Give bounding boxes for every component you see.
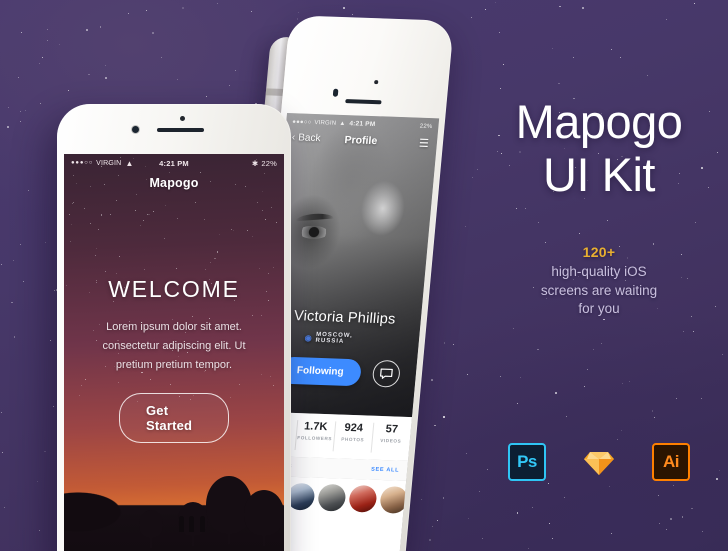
sketch-icon[interactable] — [580, 443, 618, 481]
poster-stage: ●●●○○ VIRGIN ▲ 4:21 PM 22% ‹ Back Profil… — [0, 0, 728, 551]
photoshop-icon[interactable]: Ps — [508, 443, 546, 481]
stat-value: 1.7K — [303, 420, 328, 434]
clock-label: 4:21 PM — [349, 120, 376, 129]
proximity-sensor-icon — [374, 80, 379, 85]
avatar[interactable] — [348, 484, 378, 513]
stat-item[interactable]: 57 VIDEOS — [370, 416, 412, 461]
get-started-button[interactable]: Get Started — [119, 393, 229, 443]
stat-label: PHOTOS — [341, 436, 365, 443]
phone1-top-bezel — [57, 104, 291, 154]
bluetooth-icon: ✱ — [251, 158, 259, 168]
stat-label: FOLLOWERS — [297, 435, 333, 442]
stat-value: 924 — [344, 421, 364, 435]
profile-location-label: MOSCOW, RUSSIA — [315, 331, 354, 345]
page-title-line2: UI Kit — [543, 148, 655, 201]
chat-bubble-icon — [379, 368, 393, 379]
welcome-body-line: Lorem ipsum dolor sit amet. — [106, 321, 242, 333]
person-silhouette — [189, 516, 194, 532]
phone1-screen: ●●●○○ VIRGIN ▲ 4:21 PM ✱ 22% Mapogo WELC… — [64, 154, 284, 551]
illustrator-icon[interactable]: Ai — [652, 443, 690, 481]
app-nav-title: Mapogo — [149, 176, 199, 190]
landscape-silhouette — [64, 452, 284, 551]
promo-description: high-quality iOS screens are waiting for… — [470, 263, 728, 319]
location-pin-icon: ◉ — [304, 332, 314, 343]
welcome-heading: WELCOME — [108, 276, 240, 302]
promo-line: for you — [578, 301, 620, 316]
welcome-body-line: consectetur adipiscing elit. Ut — [102, 340, 246, 352]
phone1-status-bar: ●●●○○ VIRGIN ▲ 4:21 PM ✱ 22% — [64, 154, 284, 172]
person-silhouette — [179, 516, 184, 532]
welcome-body-text: Lorem ipsum dolor sit amet. consectetur … — [64, 318, 284, 375]
promo-line: high-quality iOS — [551, 264, 647, 279]
avatar[interactable] — [379, 485, 409, 514]
battery-label: 22% — [261, 158, 277, 168]
avatar[interactable] — [317, 483, 347, 512]
promo-line: screens are waiting — [540, 282, 658, 298]
hero-text-panel: Mapogo UI Kit 120+ high-quality iOS scre… — [470, 95, 728, 319]
following-button[interactable]: Following — [278, 356, 362, 387]
app-format-icons: Ps Ai — [470, 443, 728, 481]
welcome-body-line: pretium pretium tempor. — [115, 359, 233, 371]
proximity-sensor-icon — [180, 116, 185, 121]
sketch-diamond-icon — [584, 452, 614, 475]
phone-mockup-welcome: ●●●○○ VIRGIN ▲ 4:21 PM ✱ 22% Mapogo WELC… — [57, 104, 291, 551]
earpiece-speaker-icon — [157, 128, 204, 132]
message-icon[interactable] — [371, 359, 401, 388]
page-title-line1: Mapogo — [515, 95, 683, 148]
promo-count: 120+ — [582, 244, 616, 260]
stat-item[interactable]: 924 PHOTOS — [332, 414, 374, 459]
tree-silhouette — [139, 510, 163, 548]
front-camera-icon — [132, 126, 139, 133]
see-all-link[interactable]: SEE ALL — [371, 467, 399, 474]
tree-silhouette — [244, 490, 284, 546]
front-camera-icon — [332, 88, 339, 97]
page-title: Mapogo UI Kit — [470, 95, 728, 201]
earpiece-speaker-icon — [345, 99, 382, 105]
status-right-group: ✱ 22% — [252, 159, 277, 168]
stat-label: VIDEOS — [380, 437, 402, 444]
stat-value: 57 — [385, 423, 399, 436]
battery-label: 22% — [419, 123, 433, 130]
menu-icon[interactable]: ☰ — [418, 137, 429, 150]
promo-block: 120+ high-quality iOS screens are waitin… — [470, 244, 728, 319]
person-silhouette — [200, 516, 205, 532]
stat-item[interactable]: 1.7K FOLLOWERS — [294, 413, 336, 458]
